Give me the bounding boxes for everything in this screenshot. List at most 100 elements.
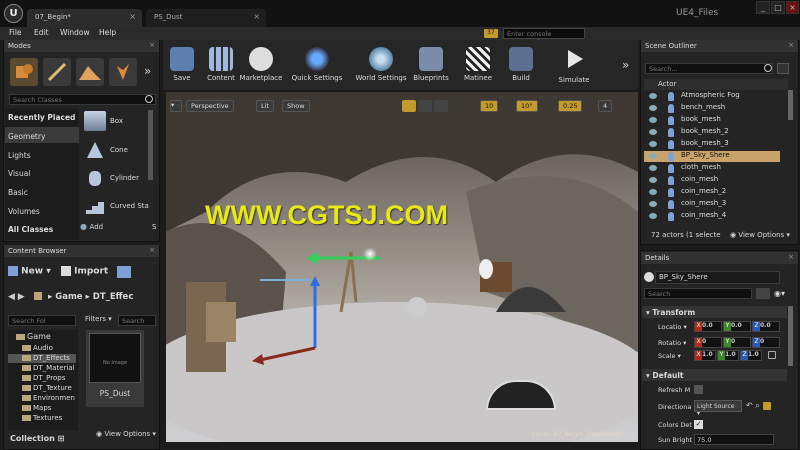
category-recently-placed[interactable]: Recently Placed [8,113,75,122]
folder-dt-texture[interactable]: DT_Texture [22,384,72,392]
visibility-eye-icon[interactable] [649,177,657,183]
lock-scale-icon[interactable] [768,351,776,359]
place-mode-icon[interactable] [10,58,38,86]
tab-07-begin[interactable]: 07_Begin* × [27,9,142,27]
item-curved-stair[interactable]: Curved Sta [110,202,149,210]
minimize-button[interactable]: _ [756,1,770,14]
folder-maps[interactable]: Maps [22,404,51,412]
category-basic[interactable]: Basic [8,188,28,197]
outliner-row[interactable]: coin_mesh_2 [644,187,780,198]
outliner-row[interactable]: book_mesh_3 [644,139,780,150]
visibility-eye-icon[interactable] [649,201,657,207]
close-icon[interactable]: × [149,41,155,49]
curved-stair-icon[interactable] [84,196,106,218]
lit-button[interactable]: Lit [256,100,274,112]
menu-edit[interactable]: Edit [34,28,49,37]
console-input[interactable]: Enter console command [503,28,585,46]
cylinder-icon[interactable] [84,168,106,190]
view-options-button[interactable]: ◉ View Options ▾ [96,430,156,438]
visibility-eye-icon[interactable] [649,189,657,195]
menu-help[interactable]: Help [99,28,116,37]
visibility-eye-icon[interactable] [649,129,657,135]
category-geometry[interactable]: Geometry [8,132,45,141]
visibility-eye-icon[interactable] [649,153,657,159]
outliner-view-options[interactable]: ◉ View Options ▾ [730,231,790,239]
simulate-button[interactable]: Simulate [553,44,595,88]
path-breadcrumb[interactable]: ▸ Game ▸ DT_Effec [48,292,133,302]
category-all-classes[interactable]: All Classes [8,225,53,234]
scale-z-field[interactable]: Z1.0 [740,350,762,361]
grid-snap-value[interactable]: 10 [480,100,499,112]
item-cylinder[interactable]: Cylinder [110,174,139,182]
search-classes-input[interactable]: Search Classes [9,94,156,105]
new-button[interactable]: New ▾ [8,266,51,277]
category-lights[interactable]: Lights [8,151,31,160]
visibility-eye-icon[interactable] [649,141,657,147]
location-z-field[interactable]: Z0.0 [752,321,780,332]
asset-tile[interactable]: No Image PS_Dust [86,330,144,407]
visibility-eye-icon[interactable] [649,117,657,123]
viewport[interactable] [166,92,638,442]
more-toolbar-icon[interactable]: » [622,58,629,72]
marketplace-button[interactable]: Marketplace [238,44,284,88]
maximize-button[interactable]: □ [771,1,785,14]
visibility-eye-icon[interactable] [649,213,657,219]
scale-tool-icon[interactable] [434,100,448,112]
rotate-tool-icon[interactable] [418,100,432,112]
refresh-checkbox[interactable] [694,385,703,394]
paint-mode-icon[interactable] [43,58,71,86]
item-box[interactable]: Box [110,117,123,125]
transform-section[interactable]: ▾ Transform [642,306,787,318]
scale-label[interactable]: Scale ▾ [658,352,681,360]
history-nav[interactable]: ◀ ▶ [8,292,25,302]
collection-toggle[interactable]: Collection ⊞ [10,434,64,443]
category-visual[interactable]: Visual [8,169,30,178]
more-modes-icon[interactable]: » [144,64,151,78]
browse-icon[interactable] [763,402,771,410]
matinee-button[interactable]: Matinee [459,44,497,88]
visibility-eye-icon[interactable] [649,93,657,99]
folder-search-input[interactable]: Search Fol [8,315,76,326]
folder-textures[interactable]: Textures [22,414,62,422]
landscape-mode-icon[interactable] [76,58,104,86]
folder-dt-effects[interactable]: DT_Effects [22,354,70,362]
outliner-row[interactable]: Atmospheric Fog [644,91,780,102]
colors-checkbox[interactable]: ✓ [694,420,703,429]
outliner-scrollbar[interactable] [788,90,793,120]
folder-environment[interactable]: Environmen [22,394,75,402]
decal-icon[interactable] [407,297,427,317]
reset-icons[interactable]: ↶ ⌕ [746,401,760,411]
default-section[interactable]: ▾ Default [642,369,787,381]
outliner-row[interactable]: coin_mesh_3 [644,199,780,210]
cone-icon[interactable] [84,140,106,162]
visibility-eye-icon[interactable] [649,165,657,171]
import-button[interactable]: Import [61,266,108,277]
save-all-icon[interactable] [117,266,131,278]
category-volumes[interactable]: Volumes [8,207,40,216]
rotation-label[interactable]: Rotatio ▾ [658,339,686,347]
scale-snap-value[interactable]: 0.25 [558,100,583,112]
add-row[interactable]: ● Add [80,222,140,234]
scale-x-field[interactable]: X1.0 [694,350,716,361]
eye-icon[interactable]: ◉▾ [774,289,785,298]
visibility-eye-icon[interactable] [649,105,657,111]
outliner-row[interactable]: coin_mesh_4 [644,211,780,222]
foliage-mode-icon[interactable] [109,58,137,86]
modes-scrollbar[interactable] [148,110,153,180]
grid-view-icon[interactable] [756,288,770,299]
unreal-logo-icon[interactable]: U [4,4,23,23]
scale-y-field[interactable]: Y 1.0 [717,350,739,361]
blueprints-button[interactable]: Blueprints [410,44,452,88]
close-icon[interactable]: × [253,12,260,21]
filters-button[interactable]: Filters ▾ [85,315,112,323]
actor-name-field[interactable]: BP_Sky_Shere [655,271,780,284]
close-icon[interactable]: × [788,253,794,261]
folder-game[interactable]: Game [16,332,51,341]
rotation-snap-value[interactable]: 10° [516,100,538,112]
outliner-row[interactable]: bench_mesh [644,103,780,114]
notification-badge[interactable]: 37 [484,29,498,38]
location-x-field[interactable]: X0.0 [694,321,722,332]
actor-column-header[interactable]: Actor [644,79,788,90]
quick-settings-button[interactable]: Quick Settings [289,44,345,88]
rotation-y-field[interactable]: Y0 [723,337,751,348]
